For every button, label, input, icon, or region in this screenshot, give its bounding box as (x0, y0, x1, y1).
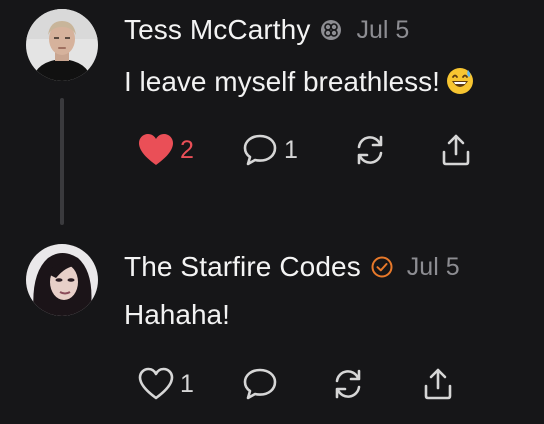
post-header: The Starfire Codes Jul 5 (124, 251, 460, 283)
community-badge-icon (320, 19, 342, 41)
repost-button[interactable] (330, 362, 366, 406)
comment-bubble-icon (242, 133, 278, 167)
repost-button[interactable] (352, 128, 388, 172)
comment-bubble-icon (242, 367, 278, 401)
author-name[interactable]: Tess McCarthy (124, 14, 310, 46)
verified-check-icon (371, 256, 393, 278)
share-button[interactable] (420, 362, 456, 406)
post-text: Hahaha! (124, 299, 230, 331)
heart-outline-icon (138, 367, 174, 401)
avatar-tess-mccarthy[interactable] (26, 9, 98, 81)
post-text-content: I leave myself breathless! (124, 66, 440, 97)
post-text: I leave myself breathless! (124, 66, 474, 102)
post-actions: 2 1 (124, 128, 524, 172)
grinning-sweat-emoji-icon (446, 67, 474, 102)
thread-line (60, 98, 64, 225)
comment-button[interactable] (242, 362, 284, 406)
share-upload-icon (438, 132, 474, 168)
like-button[interactable]: 2 (138, 128, 194, 172)
repost-icon (352, 132, 388, 168)
like-count: 1 (180, 369, 194, 398)
author-name[interactable]: The Starfire Codes (124, 251, 361, 283)
post-date[interactable]: Jul 5 (407, 253, 460, 282)
share-upload-icon (420, 366, 456, 402)
like-button[interactable]: 1 (138, 362, 194, 406)
heart-filled-icon (138, 133, 174, 167)
repost-icon (330, 366, 366, 402)
avatar-the-starfire-codes[interactable] (26, 244, 98, 316)
comment-count: 1 (284, 135, 298, 164)
post-date[interactable]: Jul 5 (356, 16, 409, 45)
post-text-content: Hahaha! (124, 299, 230, 330)
post-tess-mccarthy: Tess McCarthy Jul 5 I leave myself breat… (0, 0, 544, 230)
post-header: Tess McCarthy Jul 5 (124, 14, 409, 46)
post-the-starfire-codes: The Starfire Codes Jul 5 Hahaha! 1 (0, 235, 544, 424)
share-button[interactable] (438, 128, 474, 172)
comment-button[interactable]: 1 (242, 128, 298, 172)
like-count: 2 (180, 135, 194, 164)
post-actions: 1 (124, 362, 524, 406)
